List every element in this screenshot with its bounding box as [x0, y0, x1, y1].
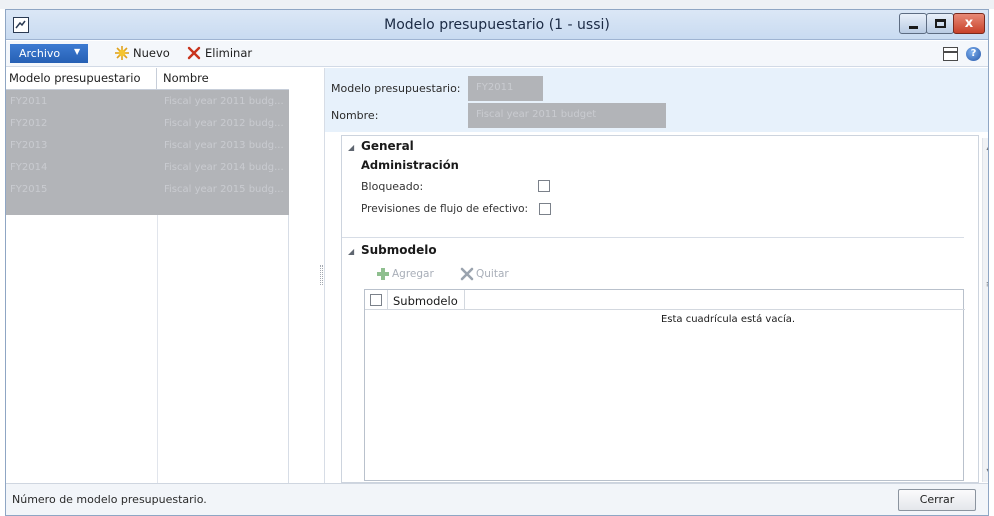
- scroll-down-icon[interactable]: ▼: [984, 467, 988, 479]
- grid-empty-message: Esta cuadrícula está vacía.: [660, 314, 796, 325]
- list-cell-nombre: Fiscal year 2015 budg...: [164, 184, 284, 195]
- eliminar-button[interactable]: Eliminar: [186, 45, 266, 63]
- quitar-label: Quitar: [476, 268, 509, 280]
- list-cell-modelo: FY2011: [10, 96, 48, 107]
- list-cell-nombre: Fiscal year 2012 budg...: [164, 118, 284, 129]
- vertical-scrollbar[interactable]: ▲ ≡ ▼: [982, 138, 988, 482]
- submodelo-section-header[interactable]: Submodelo: [361, 243, 437, 257]
- help-icon[interactable]: ?: [966, 47, 981, 61]
- list-cell-modelo: FY2015: [10, 184, 48, 195]
- cerrar-button[interactable]: Cerrar: [898, 489, 976, 511]
- list-cell-modelo: FY2014: [10, 162, 48, 173]
- general-section-header[interactable]: General: [361, 139, 414, 153]
- select-all-checkbox[interactable]: [370, 294, 382, 306]
- add-plus-icon: [376, 267, 390, 281]
- archivo-menu-button[interactable]: Archivo ▼: [10, 44, 88, 63]
- budget-model-list: Modelo presupuestario Nombre FY2011 Fisc…: [6, 68, 289, 483]
- section-divider: [342, 237, 964, 238]
- collapse-arrow-icon[interactable]: ◢: [348, 143, 354, 152]
- budget-model-window: Modelo presupuestario (1 - ussi) x Archi…: [5, 9, 989, 516]
- new-sun-icon: [114, 45, 130, 61]
- delete-x-icon: [186, 45, 202, 61]
- close-icon: x: [964, 16, 974, 31]
- submodelo-grid: Submodelo Esta cuadrícula está vacía.: [364, 289, 965, 481]
- modelo-field-label: Modelo presupuestario:: [331, 82, 461, 95]
- maximize-button[interactable]: [926, 13, 954, 34]
- status-text: Número de modelo presupuestario.: [12, 493, 207, 506]
- minimize-icon: [909, 26, 918, 29]
- list-row[interactable]: FY2015 Fiscal year 2015 budg...: [6, 179, 289, 202]
- collapse-arrow-icon[interactable]: ◢: [348, 247, 354, 256]
- minimize-button[interactable]: [899, 13, 927, 34]
- chevron-down-icon: ▼: [74, 47, 81, 56]
- layout-icon[interactable]: [943, 47, 958, 61]
- nombre-field-label: Nombre:: [331, 109, 379, 122]
- grid-header-divider: [464, 290, 465, 310]
- list-row[interactable]: FY2013 Fiscal year 2013 budg...: [6, 135, 289, 158]
- list-cell-modelo: FY2012: [10, 118, 48, 129]
- remove-x-icon: [460, 267, 474, 281]
- list-cell-modelo: FY2013: [10, 140, 48, 151]
- action-toolbar: Archivo ▼ Nuevo Eliminar ?: [6, 41, 988, 67]
- list-cell-nombre: Fiscal year 2013 budg...: [164, 140, 284, 151]
- column-header-submodelo[interactable]: Submodelo: [393, 294, 458, 308]
- title-bar[interactable]: Modelo presupuestario (1 - ussi) x: [6, 10, 988, 40]
- panel-splitter-handle[interactable]: [320, 265, 323, 285]
- window-title: Modelo presupuestario (1 - ussi): [384, 17, 610, 33]
- detail-panel: Modelo presupuestario: FY2011 Nombre: Fi…: [324, 68, 988, 483]
- redacted-list-rows: FY2011 Fiscal year 2011 budg... FY2012 F…: [6, 90, 289, 215]
- fasttab-area: ◢ General Administración Bloqueado: Prev…: [341, 135, 988, 483]
- scroll-up-icon[interactable]: ▲: [984, 142, 988, 154]
- list-cell-nombre: Fiscal year 2011 budg...: [164, 96, 284, 107]
- column-header-nombre[interactable]: Nombre: [157, 68, 289, 90]
- archivo-label: Archivo: [19, 47, 61, 60]
- list-row[interactable]: FY2011 Fiscal year 2011 budg...: [6, 91, 289, 114]
- list-row[interactable]: FY2012 Fiscal year 2012 budg...: [6, 113, 289, 136]
- list-cell-nombre: Fiscal year 2014 budg...: [164, 162, 284, 173]
- grid-header: Submodelo: [365, 290, 965, 310]
- detail-header: Modelo presupuestario: FY2011 Nombre: Fi…: [325, 68, 988, 132]
- agregar-button[interactable]: Agregar: [376, 267, 434, 281]
- scroll-thumb[interactable]: ≡: [985, 279, 988, 293]
- eliminar-label: Eliminar: [205, 46, 253, 60]
- agregar-label: Agregar: [392, 268, 434, 280]
- quitar-button[interactable]: Quitar: [460, 267, 509, 281]
- list-row[interactable]: FY2014 Fiscal year 2014 budg...: [6, 157, 289, 180]
- administracion-group-title: Administración: [361, 158, 459, 172]
- previsiones-label: Previsiones de flujo de efectivo:: [361, 203, 529, 215]
- close-button[interactable]: x: [953, 13, 985, 34]
- status-bar: Número de modelo presupuestario. Cerrar: [6, 483, 988, 515]
- previsiones-checkbox[interactable]: [539, 203, 551, 215]
- modelo-field-value[interactable]: FY2011: [468, 76, 543, 101]
- column-header-modelo[interactable]: Modelo presupuestario: [6, 68, 157, 90]
- bloqueado-checkbox[interactable]: [538, 180, 550, 192]
- grid-header-divider: [387, 290, 388, 310]
- submodelo-grid-toolbar: Agregar Quitar: [364, 263, 964, 287]
- nombre-field-value[interactable]: Fiscal year 2011 budget: [468, 103, 666, 128]
- nuevo-label: Nuevo: [133, 46, 170, 60]
- bloqueado-label: Bloqueado:: [361, 180, 424, 193]
- maximize-icon: [935, 19, 946, 28]
- nuevo-button[interactable]: Nuevo: [114, 45, 178, 63]
- top-strip: [0, 0, 994, 9]
